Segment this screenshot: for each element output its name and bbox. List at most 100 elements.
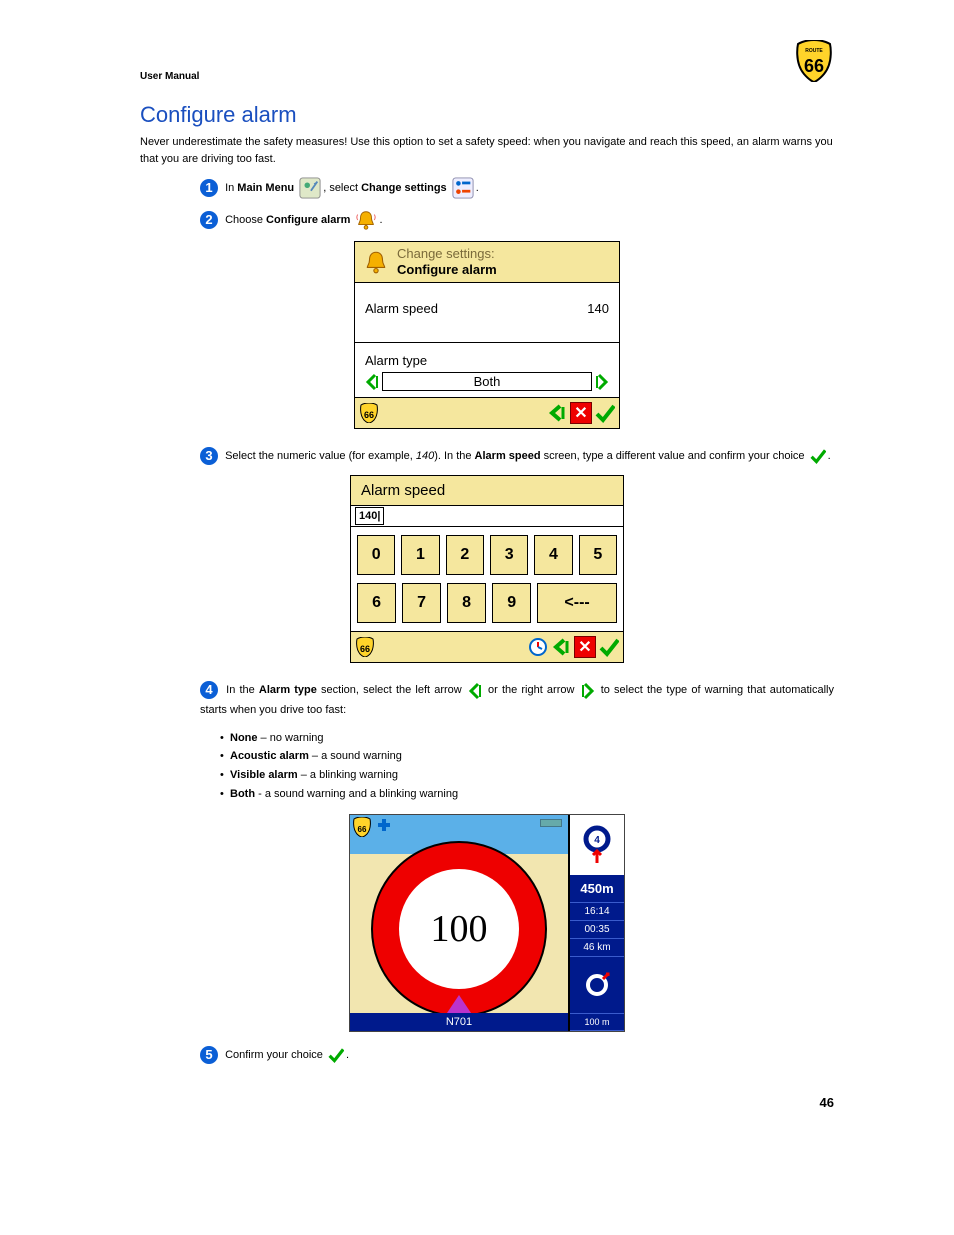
svg-text:66: 66	[804, 56, 824, 76]
fig1-type-label: Alarm type	[365, 353, 609, 368]
intro-text: Never underestimate the safety measures!…	[140, 134, 834, 167]
speed-limit-value: 100	[399, 869, 519, 989]
confirm-check-icon[interactable]	[595, 403, 615, 423]
step-3-bold: Alarm speed	[475, 450, 541, 462]
distance-next: 450m	[570, 875, 624, 903]
step-2-text-b: .	[379, 214, 382, 226]
route66-logo: ROUTE 66	[794, 40, 834, 82]
step-3-text-b: ). In the	[434, 450, 474, 462]
figure-keypad: Alarm speed 140| 0 1 2 3 4 5 6 7 8 9 <--…	[350, 475, 624, 663]
step-5-number: 5	[200, 1046, 218, 1064]
step-1-number: 1	[200, 179, 218, 197]
fig2-input-row: 140|	[350, 506, 624, 527]
step-1-bold-b: Change settings	[361, 182, 447, 194]
step-4-text-c: or the right arrow	[484, 684, 579, 696]
svg-text:4: 4	[594, 835, 600, 846]
main-menu-icon	[299, 177, 321, 199]
header-title: User Manual	[140, 71, 199, 82]
key-3[interactable]: 3	[490, 535, 528, 575]
alarm-type-list: None – no warning Acoustic alarm – a sou…	[230, 729, 834, 804]
step-3-number: 3	[200, 447, 218, 465]
battery-icon	[540, 819, 562, 827]
key-8[interactable]: 8	[447, 583, 486, 623]
cancel-icon[interactable]: ✕	[574, 636, 596, 658]
svg-text:66: 66	[360, 644, 370, 654]
fig1-speed-label: Alarm speed	[365, 301, 438, 316]
fig1-title-line2: Configure alarm	[397, 262, 497, 277]
confirm-check-icon[interactable]	[599, 637, 619, 657]
list-item: None – no warning	[230, 729, 834, 748]
list-item: Both - a sound warning and a blinking wa…	[230, 785, 834, 804]
list-item: Visible alarm – a blinking warning	[230, 766, 834, 785]
right-arrow-icon	[581, 682, 595, 698]
step-5: 5 Confirm your choice .	[200, 1046, 834, 1066]
step-2: 2 Choose Configure alarm .	[200, 209, 834, 231]
step-1-text-a: In	[225, 182, 237, 194]
step-1-bold-a: Main Menu	[237, 182, 294, 194]
fig1-titlebar: Change settings: Configure alarm	[354, 241, 620, 283]
clock-icon[interactable]	[528, 637, 548, 657]
confirm-check-icon	[328, 1047, 344, 1063]
step-2-number: 2	[200, 211, 218, 229]
step-5-text-b: .	[346, 1049, 349, 1061]
cancel-icon[interactable]: ✕	[570, 402, 592, 424]
figure-configure-alarm: Change settings: Configure alarm Alarm s…	[354, 241, 620, 429]
key-6[interactable]: 6	[357, 583, 396, 623]
right-arrow-button[interactable]	[595, 373, 609, 391]
key-1[interactable]: 1	[401, 535, 439, 575]
route66-icon[interactable]: 66	[352, 817, 372, 837]
fig1-type-value[interactable]: Both	[382, 372, 592, 391]
fig2-footer: 66 ✕	[350, 632, 624, 663]
list-item: Acoustic alarm – a sound warning	[230, 747, 834, 766]
route66-icon[interactable]: 66	[359, 403, 379, 423]
step-1-text-c: .	[476, 182, 479, 194]
fig2-title: Alarm speed	[350, 475, 624, 506]
step-2-text-a: Choose	[225, 214, 266, 226]
back-arrow-icon[interactable]	[547, 403, 567, 423]
step-3-text-c: screen, type a different value and confi…	[541, 450, 808, 462]
fig1-title-line1: Change settings:	[397, 246, 495, 261]
page-header: User Manual ROUTE 66	[140, 40, 834, 82]
step-4: 4 In the Alarm type section, select the …	[200, 681, 834, 721]
nav-side-panel: 4 450m 16:14 00:35 46 km 100 m	[568, 815, 624, 1031]
key-5[interactable]: 5	[579, 535, 617, 575]
section-title: Configure alarm	[140, 102, 834, 128]
fig1-alarm-type-row: Alarm type Both	[354, 343, 620, 398]
key-0[interactable]: 0	[357, 535, 395, 575]
current-time: 16:14	[570, 903, 624, 921]
distance-remaining: 46 km	[570, 939, 624, 957]
bell-icon	[355, 209, 377, 231]
change-settings-icon	[452, 177, 474, 199]
turn-icon: 4	[570, 815, 624, 875]
back-arrow-icon[interactable]	[551, 637, 571, 657]
recenter-icon[interactable]	[570, 957, 624, 1014]
step-3: 3 Select the numeric value (for example,…	[200, 447, 834, 467]
fig1-speed-value: 140	[587, 301, 609, 316]
key-2[interactable]: 2	[446, 535, 484, 575]
time-remaining: 00:35	[570, 921, 624, 939]
step-2-bold: Configure alarm	[266, 214, 350, 226]
bell-icon	[363, 249, 389, 275]
key-4[interactable]: 4	[534, 535, 572, 575]
step-3-text-a: Select the numeric value (for example,	[225, 450, 416, 462]
fig2-input[interactable]: 140|	[355, 507, 384, 525]
confirm-check-icon	[810, 448, 826, 464]
left-arrow-button[interactable]	[365, 373, 379, 391]
fig1-alarm-speed-row[interactable]: Alarm speed 140	[354, 283, 620, 343]
key-7[interactable]: 7	[402, 583, 441, 623]
fig2-keys: 0 1 2 3 4 5 6 7 8 9 <---	[350, 527, 624, 632]
step-1-text-b: , select	[323, 182, 361, 194]
step-4-bold: Alarm type	[259, 684, 317, 696]
road-label: N701	[350, 1013, 568, 1031]
plus-icon[interactable]	[376, 817, 392, 833]
key-backspace[interactable]: <---	[537, 583, 617, 623]
speed-limit-sign: 100	[371, 841, 547, 1017]
route66-icon[interactable]: 66	[355, 637, 375, 657]
svg-text:ROUTE: ROUTE	[805, 48, 823, 54]
step-5-text: Confirm your choice	[225, 1049, 326, 1061]
key-9[interactable]: 9	[492, 583, 531, 623]
step-4-text-b: section, select the left arrow	[317, 684, 466, 696]
page-number: 46	[140, 1095, 834, 1110]
map-area: 66 100 N701	[350, 815, 568, 1031]
svg-text:66: 66	[364, 410, 374, 420]
